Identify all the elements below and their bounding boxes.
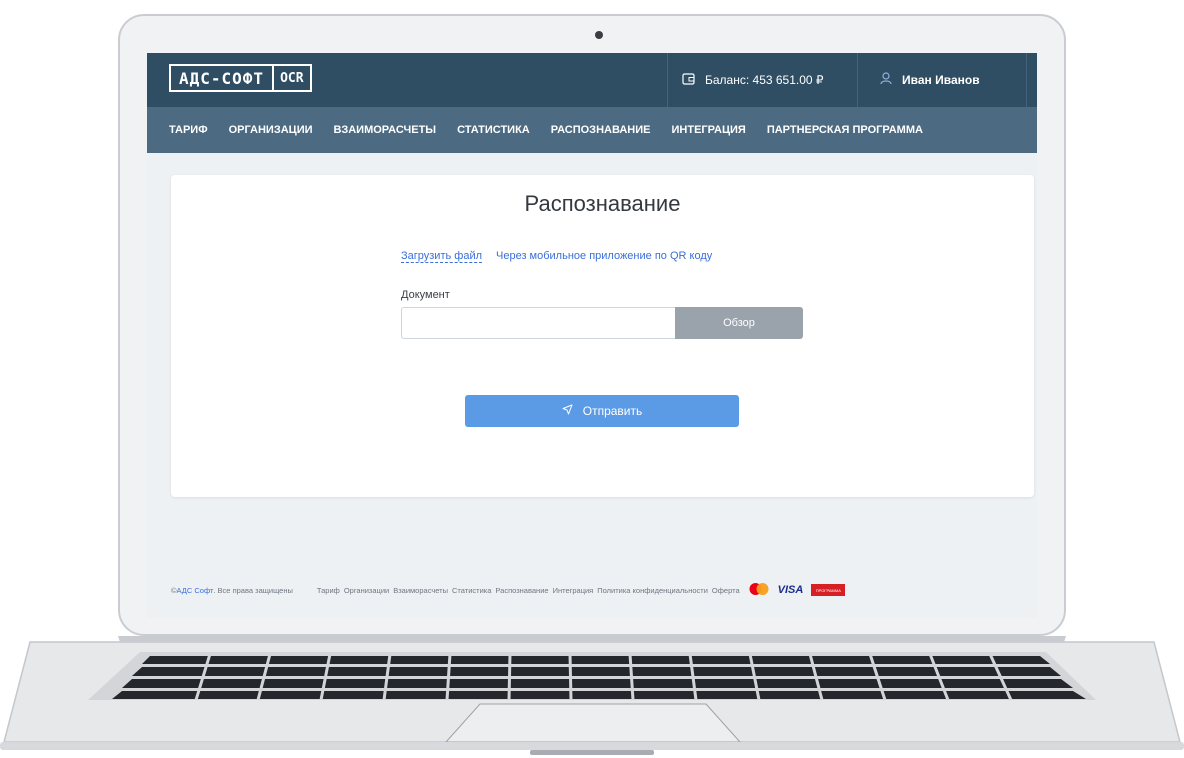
wallet-icon bbox=[682, 72, 695, 88]
footer-link-offer[interactable]: Оферта bbox=[712, 586, 740, 595]
footer-link-privacy[interactable]: Политика конфиденциальности bbox=[597, 586, 708, 595]
nav-item-integration[interactable]: ИНТЕГРАЦИЯ bbox=[672, 124, 746, 136]
upload-tabs: Загрузить файл Через мобильное приложени… bbox=[401, 250, 726, 263]
nav-item-recognition[interactable]: РАСПОЗНАВАНИЕ bbox=[551, 124, 651, 136]
submit-label: Отправить bbox=[582, 404, 643, 418]
screen: АДС-СОФТ OCR Баланс: 453 651.00 ₽ Иван И… bbox=[147, 53, 1037, 618]
recognition-card: Распознавание Загрузить файл Через мобил… bbox=[171, 175, 1034, 497]
user-icon bbox=[880, 72, 892, 88]
footer-link-settlements[interactable]: Взаиморасчеты bbox=[393, 586, 448, 595]
footer-brand-link[interactable]: АДС Софт bbox=[177, 586, 214, 595]
nav-item-settlements[interactable]: ВЗАИМОРАСЧЕТЫ bbox=[334, 124, 437, 136]
document-label: Документ bbox=[401, 289, 450, 301]
nav-item-statistics[interactable]: СТАТИСТИКА bbox=[457, 124, 530, 136]
tab-qr-code[interactable]: Через мобильное приложение по QR коду bbox=[496, 250, 712, 263]
mir-logo: ПРОГРАММА bbox=[811, 584, 846, 596]
footer: © АДС Софт. Все права защищены Тариф Орг… bbox=[171, 581, 1031, 599]
user-menu[interactable]: Иван Иванов bbox=[857, 53, 1027, 107]
user-name: Иван Иванов bbox=[902, 73, 980, 87]
camera-icon bbox=[595, 31, 603, 39]
nav-item-partner-program[interactable]: ПАРТНЕРСКАЯ ПРОГРАММА bbox=[767, 124, 923, 136]
main-nav: ТАРИФ ОРГАНИЗАЦИИ ВЗАИМОРАСЧЕТЫ СТАТИСТИ… bbox=[147, 107, 1037, 153]
submit-button[interactable]: Отправить bbox=[465, 395, 739, 427]
logo-tag: OCR bbox=[272, 66, 309, 90]
footer-link-integration[interactable]: Интеграция bbox=[553, 586, 594, 595]
page-title: Распознавание bbox=[524, 191, 681, 216]
balance[interactable]: Баланс: 453 651.00 ₽ bbox=[667, 53, 857, 107]
footer-rights: . Все права защищены bbox=[213, 585, 293, 595]
send-icon bbox=[562, 404, 573, 418]
logo[interactable]: АДС-СОФТ OCR bbox=[169, 64, 312, 92]
balance-text: Баланс: 453 651.00 ₽ bbox=[705, 73, 824, 87]
payment-logos: VISA ПРОГРАММА bbox=[748, 582, 846, 598]
browse-button[interactable]: Обзор bbox=[675, 307, 803, 339]
footer-link-recognition[interactable]: Распознавание bbox=[495, 586, 548, 595]
document-file-input[interactable] bbox=[401, 307, 675, 339]
top-bar: АДС-СОФТ OCR Баланс: 453 651.00 ₽ Иван И… bbox=[147, 53, 1037, 107]
footer-links: Тариф Организации Взаиморасчеты Статисти… bbox=[317, 586, 744, 595]
footer-link-organizations[interactable]: Организации bbox=[344, 586, 389, 595]
footer-link-tariff[interactable]: Тариф bbox=[317, 586, 340, 595]
nav-item-organizations[interactable]: ОРГАНИЗАЦИИ bbox=[229, 124, 313, 136]
logo-text: АДС-СОФТ bbox=[179, 68, 265, 88]
nav-item-tariff[interactable]: ТАРИФ bbox=[169, 124, 208, 136]
mastercard-icon bbox=[748, 582, 770, 598]
footer-link-statistics[interactable]: Статистика bbox=[452, 586, 491, 595]
visa-logo: VISA bbox=[777, 584, 804, 596]
tab-upload-file[interactable]: Загрузить файл bbox=[401, 250, 483, 263]
